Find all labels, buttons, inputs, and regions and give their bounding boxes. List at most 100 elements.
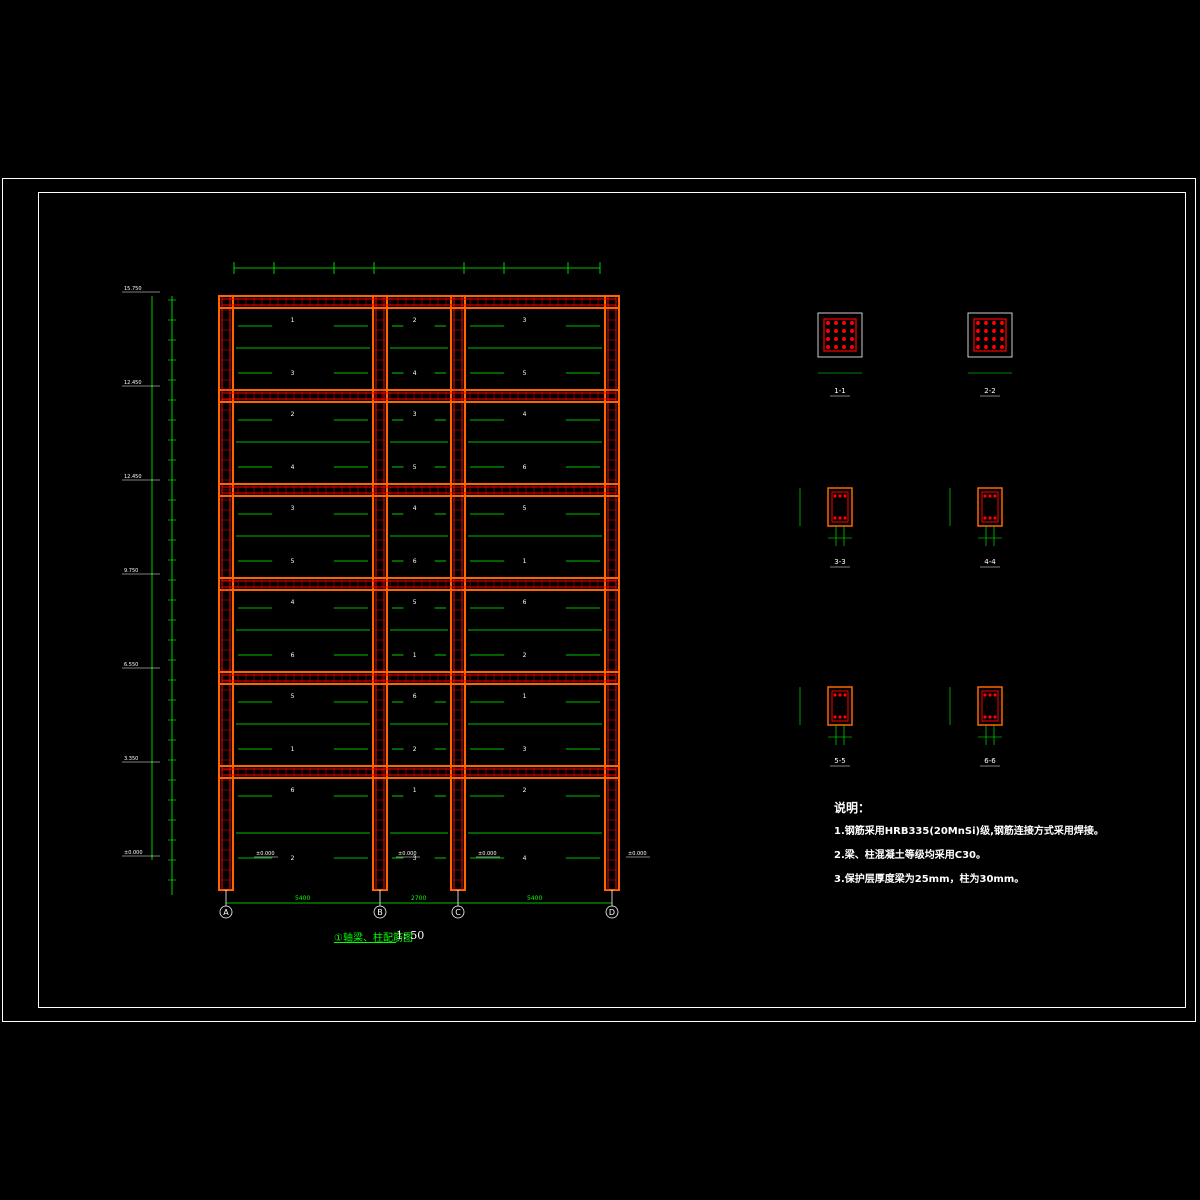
notes-title: 说明： — [834, 801, 871, 815]
ground-level-label: ±0.000 — [478, 851, 497, 857]
beam-mark: 3 — [291, 370, 295, 377]
beam-mark: 4 — [523, 855, 527, 862]
frame-elevation — [218, 295, 620, 891]
axis-label-A: A — [223, 908, 229, 917]
section-rebar — [976, 329, 980, 333]
axis-label-B: B — [377, 908, 383, 917]
beam-mark: 5 — [413, 464, 417, 471]
section-label-4-4: 4-4 — [984, 558, 996, 566]
beam-floor-1 — [218, 295, 620, 309]
section-rebar — [1000, 321, 1004, 325]
axis-label-D: D — [609, 908, 615, 917]
section-rebar — [993, 715, 997, 719]
column-C — [450, 295, 466, 891]
section-rebar — [1000, 337, 1004, 341]
beam-floor-3 — [218, 483, 620, 497]
section-rebar — [843, 715, 847, 719]
section-rebar — [833, 715, 837, 719]
section-rebar — [843, 516, 847, 520]
ground-level-label: ±0.000 — [628, 851, 647, 857]
section-label-6-6: 6-6 — [984, 757, 996, 765]
section-rebar — [993, 693, 997, 697]
section-rebar — [833, 693, 837, 697]
note-item-1: 1.钢筋采用HRB335(20MnSi)级,钢筋连接方式采用焊接。 — [834, 826, 1104, 837]
beam-mark: 6 — [523, 464, 527, 471]
elevation-label: 9.750 — [124, 568, 138, 574]
column-B — [372, 295, 388, 891]
section-rebar — [984, 337, 988, 341]
section-rebar — [838, 693, 842, 697]
section-rebar — [850, 337, 854, 341]
beam-mark: 5 — [523, 505, 527, 512]
section-rebar — [834, 345, 838, 349]
section-rebar — [984, 321, 988, 325]
section-rebar — [976, 337, 980, 341]
beam-mark: 4 — [291, 599, 295, 606]
beam-mark: 2 — [413, 317, 417, 324]
section-rebar — [976, 345, 980, 349]
beam-mark: 1 — [291, 317, 295, 324]
section-rebar — [826, 321, 830, 325]
section-rebar — [842, 321, 846, 325]
beam-mark: 5 — [291, 558, 295, 565]
section-rebar — [988, 715, 992, 719]
note-item-3: 3.保护层厚度梁为25mm，柱为30mm。 — [834, 874, 1025, 885]
column-A — [218, 295, 234, 891]
elevation-label: 3.350 — [124, 756, 138, 762]
section-rebar — [838, 494, 842, 498]
section-rebar — [988, 516, 992, 520]
beam-mark: 3 — [291, 505, 295, 512]
dimension-lines: 5400 2700 5400 — [226, 262, 612, 904]
section-rebar — [826, 345, 830, 349]
title-underline — [334, 942, 396, 943]
section-rebar — [983, 715, 987, 719]
section-rebar — [833, 516, 837, 520]
beam-mark: 6 — [413, 693, 417, 700]
note-item-2: 2.梁、柱混凝土等级均采用C30。 — [834, 850, 987, 861]
section-rebar — [834, 329, 838, 333]
section-label-2-2: 2-2 — [984, 387, 995, 395]
section-rebar — [976, 321, 980, 325]
section-rebar — [838, 516, 842, 520]
section-rebar — [992, 321, 996, 325]
section-rebar — [850, 321, 854, 325]
beam-floor-5 — [218, 671, 620, 685]
ground-level-label: ±0.000 — [256, 851, 275, 857]
drawing-canvas: 15.75012.45012.4509.7506.5503.350±0.000 … — [122, 262, 1013, 919]
section-rebar — [988, 494, 992, 498]
section-rebar — [842, 329, 846, 333]
beam-mark: 6 — [523, 599, 527, 606]
section-rebar — [834, 321, 838, 325]
beam-mark: 5 — [523, 370, 527, 377]
beam-mark: 1 — [291, 746, 295, 753]
span-dim-text: 2700 — [411, 895, 426, 902]
section-rebar — [843, 693, 847, 697]
elevation-label: 6.550 — [124, 662, 138, 668]
beam-mark: 6 — [413, 558, 417, 565]
section-rebar — [826, 329, 830, 333]
column-D — [604, 295, 620, 891]
section-rebar — [992, 345, 996, 349]
section-rebar — [842, 345, 846, 349]
section-rebar — [993, 494, 997, 498]
notes-block: 说明： 1.钢筋采用HRB335(20MnSi)级,钢筋连接方式采用焊接。 2.… — [834, 796, 1104, 892]
section-rebar — [834, 337, 838, 341]
section-rebar — [988, 693, 992, 697]
beam-mark: 1 — [523, 693, 527, 700]
beam-mark: 1 — [413, 787, 417, 794]
axis-label-C: C — [455, 908, 461, 917]
section-rebar — [984, 345, 988, 349]
beam-mark: 4 — [523, 411, 527, 418]
section-rebar — [1000, 345, 1004, 349]
elevation-label: 15.750 — [124, 286, 142, 292]
section-rebar — [992, 329, 996, 333]
beam-mark: 2 — [523, 787, 527, 794]
beam-mark: 6 — [291, 652, 295, 659]
beam-mark: 2 — [291, 855, 295, 862]
ground-level-label: ±0.000 — [398, 851, 417, 857]
beam-mark: 6 — [291, 787, 295, 794]
elevation-label: 12.450 — [124, 380, 142, 386]
section-rebar — [838, 715, 842, 719]
beam-floor-4 — [218, 577, 620, 591]
section-rebar — [983, 516, 987, 520]
